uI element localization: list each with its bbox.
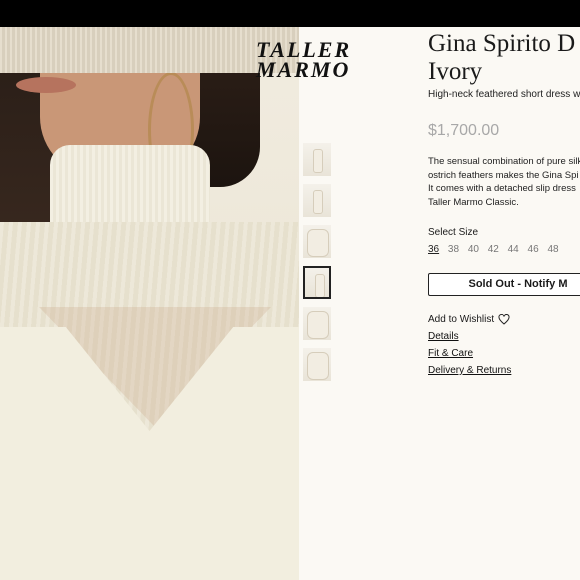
fit-care-link[interactable]: Fit & Care [428,348,580,359]
top-bar [0,0,580,27]
size-option-38[interactable]: 38 [448,244,459,255]
description-line: Taller Marmo Classic. [428,196,519,208]
product-title-line1: Gina Spirito D [428,30,576,57]
size-option-46[interactable]: 46 [528,244,539,255]
thumbnail[interactable] [303,225,331,258]
product-subtitle: High-neck feathered short dress wit [428,89,580,100]
description-line: It comes with a detached slip dress [428,183,576,194]
size-option-44[interactable]: 44 [508,244,519,255]
add-to-wishlist[interactable]: Add to Wishlist [428,314,580,325]
logo-strip [0,27,299,73]
product-title: Gina Spirito D Ivory [428,30,580,86]
thumbnail[interactable] [303,348,331,381]
description-line: ostrich feathers makes the Gina Spi [428,169,579,181]
thumbnail[interactable] [303,307,331,340]
thumbnail-selected[interactable] [303,266,331,299]
thumbnail[interactable] [303,184,331,217]
wishlist-label: Add to Wishlist [428,314,495,325]
size-option-48[interactable]: 48 [547,244,558,255]
product-price: $1,700.00 [428,122,500,139]
description-line: The sensual combination of pure silk [428,156,580,167]
size-option-40[interactable]: 40 [468,244,479,255]
thumbnail[interactable] [303,143,331,176]
product-description: The sensual combination of pure silk ost… [428,155,580,209]
heart-icon [498,314,510,325]
product-main-image[interactable] [0,27,299,580]
thumbnail-list [303,143,331,389]
product-title-line2: Ivory [428,58,483,85]
brand-logo[interactable]: TALLER MARMO [256,39,349,81]
delivery-returns-link[interactable]: Delivery & Returns [428,365,580,376]
size-option-42[interactable]: 42 [488,244,499,255]
size-label: Select Size [428,227,479,238]
size-options: 36 38 40 42 44 46 48 [428,244,580,255]
sold-out-notify-button[interactable]: Sold Out - Notify M [428,273,580,296]
details-link[interactable]: Details [428,331,580,342]
size-option-36[interactable]: 36 [428,244,439,255]
product-info: Gina Spirito D Ivory High-neck feathered… [428,28,580,376]
